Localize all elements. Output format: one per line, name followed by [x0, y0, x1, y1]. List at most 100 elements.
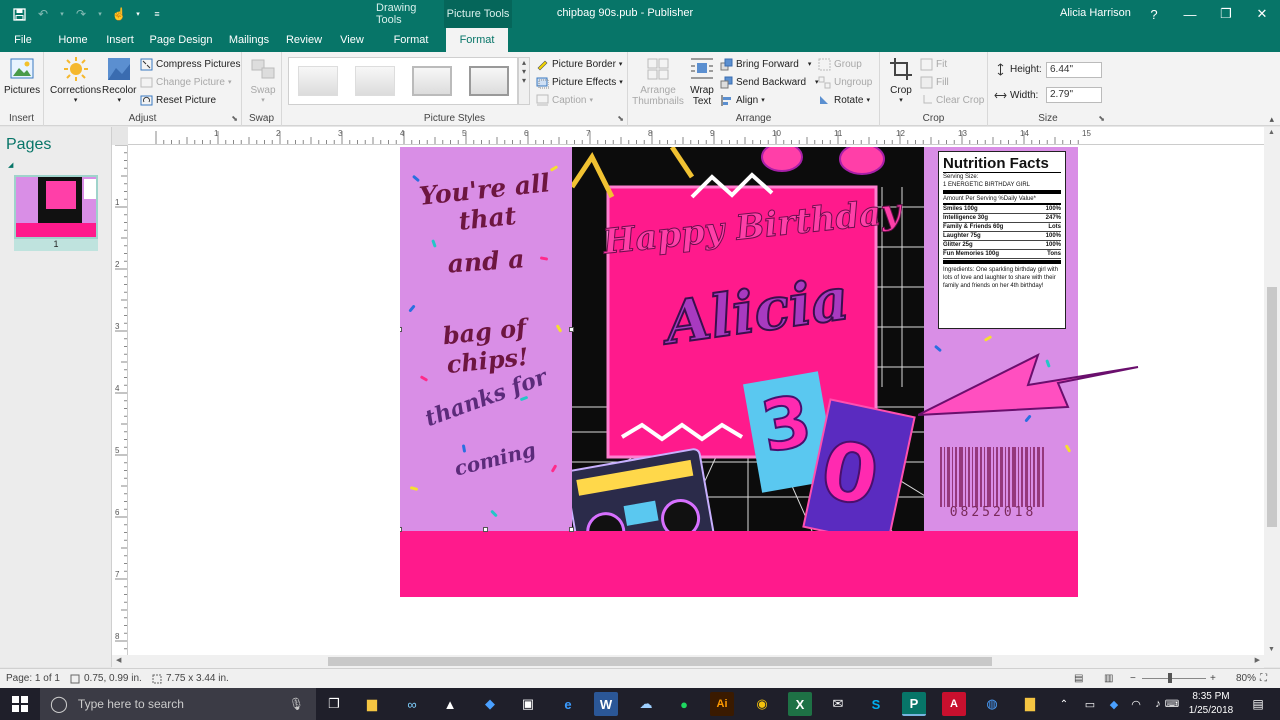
minimize-icon[interactable]: —	[1172, 0, 1208, 28]
arrange-thumbnails-button[interactable]: Arrange Thumbnails	[632, 56, 684, 107]
two-page-view-icon[interactable]: ▥	[1104, 673, 1113, 684]
chevron-down-icon[interactable]: ▾	[58, 5, 66, 23]
tab-review[interactable]: Review	[284, 28, 324, 52]
picture-style-1[interactable]	[297, 66, 338, 96]
battery-icon[interactable]: ▭	[1078, 692, 1102, 716]
dialog-launcher-icon[interactable]: ⬊	[1098, 114, 1105, 123]
horizontal-scroll-thumb[interactable]	[328, 657, 992, 666]
scroll-left-icon[interactable]: ◀	[116, 656, 121, 664]
collapse-ribbon-icon[interactable]: ▴	[1269, 114, 1274, 125]
scroll-right-icon[interactable]: ▶	[1255, 656, 1260, 664]
customize-toolbar-icon[interactable]: ≡	[148, 5, 166, 23]
notifications-icon[interactable]: ▤	[1246, 692, 1270, 716]
microphone-icon[interactable]: 🎙	[289, 697, 304, 711]
dropbox-icon[interactable]: ◆	[478, 692, 502, 716]
dialog-launcher-icon[interactable]: ⬊	[231, 114, 238, 123]
left-text-line-5[interactable]: coming	[429, 432, 561, 487]
taskbar-search[interactable]: ◯ Type here to search 🎙	[40, 688, 316, 720]
zoom-in-icon[interactable]: +	[1210, 673, 1216, 684]
scroll-up-icon[interactable]: ▲	[1268, 129, 1275, 136]
folder-icon[interactable]: ▇	[1018, 692, 1042, 716]
fit-button[interactable]: Fit	[920, 55, 947, 73]
change-picture-button[interactable]: Change Picture ▾	[140, 73, 231, 91]
center-panel[interactable]: Happy Birthday Alicia 3 0	[572, 147, 924, 531]
vertical-scrollbar[interactable]: ▲ ▼	[1264, 127, 1280, 667]
page-thumbnail[interactable]	[14, 175, 98, 239]
keyboard-icon[interactable]: ⌨	[1160, 692, 1184, 716]
recolor-button[interactable]: Recolor ▾	[102, 56, 136, 104]
chrome-icon[interactable]: ◉	[750, 692, 774, 716]
status-page[interactable]: Page: 1 of 1	[6, 673, 60, 684]
scroll-down-icon[interactable]: ▼	[1268, 646, 1275, 653]
acrobat-icon[interactable]: A	[942, 692, 966, 716]
send-backward-button[interactable]: Send Backward ▾	[720, 73, 819, 91]
spotify-icon[interactable]: ●	[672, 692, 696, 716]
undo-icon[interactable]: ↶	[34, 5, 52, 23]
tab-home[interactable]: Home	[52, 28, 94, 52]
width-input[interactable]: 2.79"	[1046, 87, 1102, 103]
fit-page-icon[interactable]: ⛶	[1260, 673, 1267, 684]
chat-app-icon[interactable]: ◍	[980, 692, 1004, 716]
selection-handle[interactable]	[400, 527, 402, 532]
tab-insert[interactable]: Insert	[102, 28, 138, 52]
left-text-line-1[interactable]: You're all that	[401, 167, 570, 242]
clear-crop-button[interactable]: Clear Crop	[920, 91, 984, 109]
gallery-scroll[interactable]: ▴ ▾ ▾	[518, 57, 530, 105]
vertical-scroll-thumb[interactable]	[1267, 287, 1277, 527]
file-explorer-icon[interactable]: ▆	[360, 692, 384, 716]
wifi-icon[interactable]: ◠	[1124, 692, 1148, 716]
picture-styles-gallery[interactable]	[288, 57, 518, 105]
tab-view[interactable]: View	[334, 28, 370, 52]
pictures-button[interactable]: Pictures	[4, 56, 40, 96]
redo-icon[interactable]: ↷	[72, 5, 90, 23]
reset-picture-button[interactable]: Reset Picture	[140, 91, 216, 109]
height-input[interactable]: 6.44"	[1046, 62, 1102, 78]
excel-icon[interactable]: X	[788, 692, 812, 716]
photos-icon[interactable]: ▲	[438, 692, 462, 716]
illustrator-icon[interactable]: Ai	[710, 692, 734, 716]
skype-icon[interactable]: S	[864, 692, 888, 716]
dropbox-tray-icon[interactable]: ◆	[1102, 692, 1126, 716]
zoom-out-icon[interactable]: −	[1130, 673, 1136, 684]
picture-style-3[interactable]	[411, 66, 452, 96]
align-button[interactable]: Align ▾	[720, 91, 765, 109]
caption-button[interactable]: Caption ▾	[536, 91, 593, 109]
zoom-slider[interactable]	[1142, 678, 1206, 679]
selection-handle[interactable]	[569, 527, 574, 532]
picture-border-button[interactable]: Picture Border ▾	[536, 55, 622, 73]
user-name[interactable]: Alicia Harrison	[1060, 7, 1131, 19]
rotate-button[interactable]: Rotate ▾	[818, 91, 870, 109]
zoom-level[interactable]: 80%	[1236, 673, 1256, 684]
horizontal-scrollbar[interactable]: ◀ ▶	[112, 655, 1264, 668]
swap-button[interactable]: Swap ▾	[250, 56, 276, 104]
tab-page-design[interactable]: Page Design	[148, 28, 214, 52]
tab-drawing-format[interactable]: Format	[380, 28, 442, 52]
link-app-icon[interactable]: ∞	[400, 692, 424, 716]
single-page-view-icon[interactable]: ▤	[1074, 673, 1083, 684]
dialog-launcher-icon[interactable]: ⬊	[617, 114, 624, 123]
publisher-icon[interactable]: P	[902, 692, 926, 716]
fill-button[interactable]: Fill	[920, 73, 949, 91]
left-text-line-2[interactable]: and a	[403, 241, 569, 281]
help-button[interactable]: ?	[1136, 0, 1172, 28]
canvas-workspace[interactable]: You're all that and a bag of chips! than…	[128, 145, 1264, 655]
group-button[interactable]: Group	[818, 55, 862, 73]
wrap-text-button[interactable]: Wrap Text	[688, 56, 716, 107]
search-input[interactable]: Type here to search	[78, 697, 184, 711]
corrections-button[interactable]: Corrections ▾	[50, 56, 101, 104]
tab-mailings[interactable]: Mailings	[224, 28, 274, 52]
selection-handle[interactable]	[569, 327, 574, 332]
tab-file[interactable]: File	[8, 28, 38, 52]
cloud-app-icon[interactable]: ☁	[634, 692, 658, 716]
save-icon[interactable]	[10, 5, 28, 23]
selection-handle[interactable]	[483, 527, 488, 532]
bring-forward-button[interactable]: Bring Forward ▾	[720, 55, 811, 73]
windows-start-icon[interactable]	[0, 688, 40, 720]
touch-mode-icon[interactable]: ☝	[110, 5, 128, 23]
right-panel[interactable]: Nutrition Facts Serving Size: 1 ENERGETI…	[924, 147, 1078, 531]
crop-button[interactable]: Crop ▾	[888, 56, 914, 104]
chevron-down-icon[interactable]: ▾	[96, 5, 104, 23]
picture-style-2[interactable]	[354, 66, 395, 96]
lightning-bolt-shape[interactable]	[918, 345, 1148, 425]
task-view-icon[interactable]: ❐	[322, 692, 346, 716]
